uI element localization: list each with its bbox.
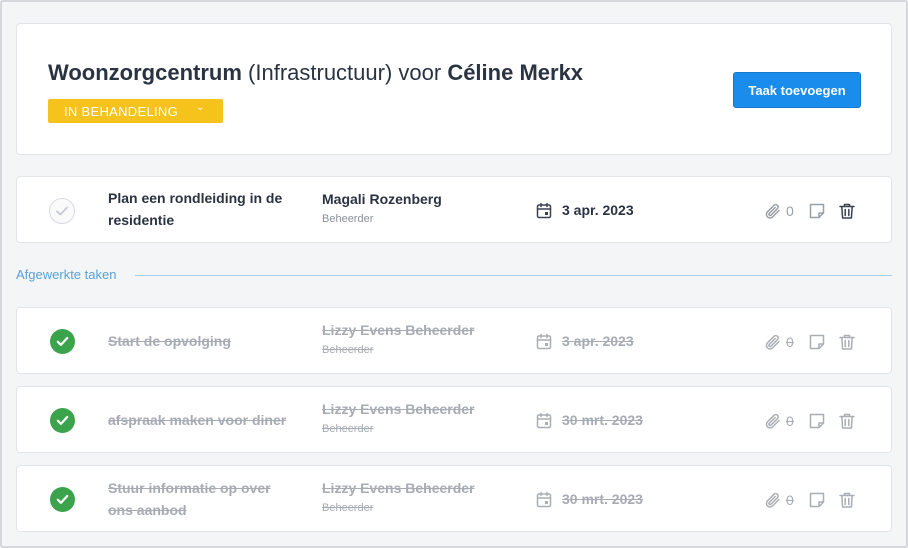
note-icon[interactable] <box>808 202 826 220</box>
task-due-date[interactable]: 3 apr. 2023 <box>536 332 634 350</box>
complete-task-checkbox[interactable] <box>49 198 75 224</box>
completed-task-row: Start de opvolging Lizzy Evens Beheerder… <box>16 307 892 374</box>
task-title[interactable]: Plan een rondleiding in de residentie <box>108 187 288 231</box>
check-icon <box>56 336 69 346</box>
trash-icon[interactable] <box>838 333 856 351</box>
check-icon <box>56 494 69 504</box>
assignee-role: Beheerder <box>322 213 374 225</box>
assignee-role: Beheerder <box>322 423 374 435</box>
status-label: IN BEHANDELING <box>64 103 179 119</box>
check-icon <box>56 415 69 425</box>
note-icon[interactable] <box>808 491 826 509</box>
status-dropdown[interactable]: IN BEHANDELING ⌄ <box>48 99 223 123</box>
task-title[interactable]: afspraak maken voor diner <box>108 409 288 431</box>
task-assignee: Lizzy Evens Beheerder Beheerder <box>322 479 522 514</box>
paperclip-icon[interactable] <box>764 491 782 509</box>
paperclip-icon[interactable] <box>764 202 782 220</box>
assignee-role: Beheerder <box>322 502 374 514</box>
task-due-date[interactable]: 30 mrt. 2023 <box>536 490 643 508</box>
assignee-name: Magali Rozenberg <box>322 191 442 207</box>
task-due-date[interactable]: 3 apr. 2023 <box>536 201 634 219</box>
due-date-text: 3 apr. 2023 <box>562 202 634 218</box>
completed-checkbox[interactable] <box>50 487 75 512</box>
due-date-text: 30 mrt. 2023 <box>562 491 643 507</box>
title-category: (Infrastructuur) voor <box>241 60 448 85</box>
add-task-button[interactable]: Taak toevoegen <box>733 72 861 108</box>
task-actions: 0 <box>764 411 856 431</box>
attachment-count: 0 <box>786 334 794 350</box>
task-assignee: Lizzy Evens Beheerder Beheerder <box>322 400 522 435</box>
paperclip-icon[interactable] <box>764 412 782 430</box>
task-title[interactable]: Start de opvolging <box>108 330 288 352</box>
attachment-count: 0 <box>786 203 794 219</box>
completed-checkbox[interactable] <box>50 408 75 433</box>
calendar-icon <box>536 491 552 507</box>
completed-section-label: Afgewerkte taken <box>16 267 117 282</box>
assignee-name: Lizzy Evens Beheerder <box>322 322 475 338</box>
completed-task-row: afspraak maken voor diner Lizzy Evens Be… <box>16 386 892 453</box>
paperclip-icon[interactable] <box>764 333 782 351</box>
task-row: Plan een rondleiding in de residentie Ma… <box>16 176 892 243</box>
chevron-down-icon: ⌄ <box>196 102 205 113</box>
completed-task-row: Stuur informatie op over ons aanbod Lizz… <box>16 465 892 532</box>
note-icon[interactable] <box>808 412 826 430</box>
calendar-icon <box>536 412 552 428</box>
task-actions: 0 <box>764 201 856 221</box>
completed-checkbox[interactable] <box>50 329 75 354</box>
attachment-count: 0 <box>786 492 794 508</box>
task-assignee: Magali Rozenberg Beheerder <box>322 190 522 225</box>
trash-icon[interactable] <box>838 202 856 220</box>
assignee-name: Lizzy Evens Beheerder <box>322 480 475 496</box>
trash-icon[interactable] <box>838 412 856 430</box>
page-title: Woonzorgcentrum (Infrastructuur) voor Cé… <box>48 60 583 86</box>
attachment-count: 0 <box>786 413 794 429</box>
task-actions: 0 <box>764 332 856 352</box>
calendar-icon <box>536 333 552 349</box>
task-due-date[interactable]: 30 mrt. 2023 <box>536 411 643 429</box>
calendar-icon <box>536 202 552 218</box>
due-date-text: 3 apr. 2023 <box>562 333 634 349</box>
assignee-name: Lizzy Evens Beheerder <box>322 401 475 417</box>
due-date-text: 30 mrt. 2023 <box>562 412 643 428</box>
trash-icon[interactable] <box>838 491 856 509</box>
assignee-role: Beheerder <box>322 344 374 356</box>
title-facility: Woonzorgcentrum <box>48 60 242 85</box>
task-assignee: Lizzy Evens Beheerder Beheerder <box>322 321 522 356</box>
title-person: Céline Merkx <box>447 60 584 85</box>
task-title[interactable]: Stuur informatie op over ons aanbod <box>108 477 288 521</box>
case-header: Woonzorgcentrum (Infrastructuur) voor Cé… <box>16 23 892 155</box>
section-divider <box>135 275 892 276</box>
check-icon <box>56 206 68 216</box>
note-icon[interactable] <box>808 333 826 351</box>
task-actions: 0 <box>764 490 856 510</box>
